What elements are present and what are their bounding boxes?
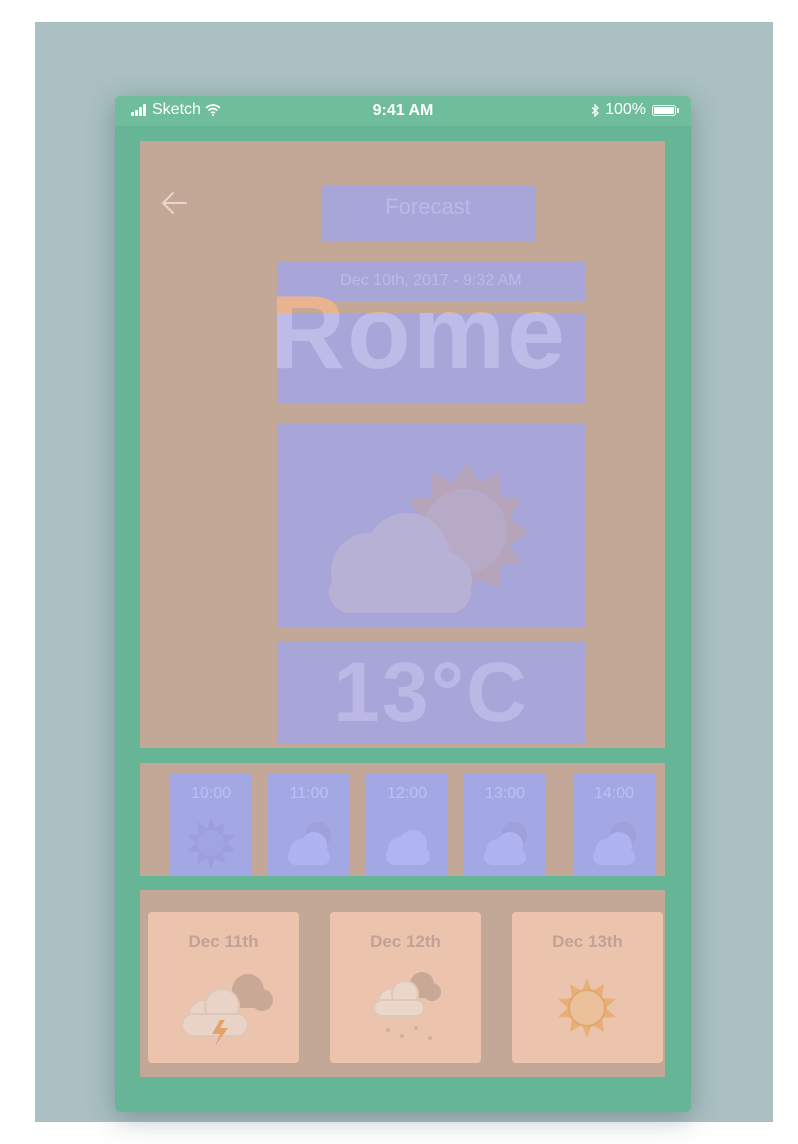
status-bar: Sketch 9:41 AM 100% bbox=[115, 96, 691, 126]
city-name: Rome bbox=[277, 313, 585, 403]
daily-date: Dec 13th bbox=[552, 932, 623, 951]
bluetooth-icon bbox=[591, 103, 600, 117]
daily-forecast[interactable]: Dec 11th Dec 12th Dec 13th bbox=[140, 890, 665, 1077]
sun-icon bbox=[187, 817, 235, 869]
hourly-item[interactable]: 13:00 bbox=[464, 773, 546, 876]
current-temperature-text: 13°C bbox=[333, 645, 529, 739]
back-button[interactable] bbox=[160, 189, 188, 217]
partly-cloudy-icon bbox=[288, 822, 331, 865]
hourly-time: 12:00 bbox=[386, 785, 428, 802]
hourly-item[interactable]: 12:00 bbox=[366, 773, 448, 876]
hourly-item[interactable]: 10:00 bbox=[170, 773, 252, 876]
partly-cloudy-icon bbox=[593, 822, 636, 865]
page-title-text: Forecast bbox=[385, 194, 471, 219]
partly-cloudy-icon bbox=[484, 822, 527, 865]
city-name-text: Rome bbox=[277, 313, 567, 391]
battery-icon bbox=[652, 104, 676, 116]
daily-card[interactable]: Dec 12th bbox=[330, 912, 481, 1063]
phone-screen: Sketch 9:41 AM 100% Forecast Dec 10th, 2… bbox=[115, 96, 691, 1112]
snow-icon bbox=[373, 972, 441, 1040]
current-temperature: 13°C bbox=[277, 641, 585, 743]
hourly-item[interactable]: 11:00 bbox=[268, 773, 350, 876]
current-weather-panel: Forecast Dec 10th, 2017 - 9:32 AM Rome R… bbox=[140, 141, 665, 748]
partly-cloudy-icon bbox=[329, 463, 529, 613]
sun-icon bbox=[558, 978, 616, 1038]
hourly-time: 13:00 bbox=[484, 785, 526, 802]
arrow-left-icon bbox=[161, 192, 187, 214]
battery-percent: 100% bbox=[605, 101, 646, 118]
daily-date: Dec 11th bbox=[188, 932, 259, 951]
hourly-item[interactable]: 14:00 bbox=[573, 773, 655, 876]
current-condition bbox=[277, 423, 585, 628]
hourly-time: 11:00 bbox=[289, 785, 329, 802]
page-title: Forecast bbox=[321, 186, 535, 241]
daily-card[interactable]: Dec 11th bbox=[148, 912, 299, 1063]
hourly-time: 10:00 bbox=[190, 785, 232, 802]
daily-date: Dec 12th bbox=[370, 932, 441, 951]
thunderstorm-icon bbox=[181, 974, 273, 1046]
hourly-time: 14:00 bbox=[593, 785, 635, 802]
daily-card[interactable]: Dec 13th bbox=[512, 912, 663, 1063]
status-battery: 100% bbox=[591, 101, 679, 119]
hourly-forecast[interactable]: 10:00 11:00 12:00 13:00 14:00 bbox=[140, 763, 665, 876]
cloud-icon bbox=[386, 830, 430, 865]
